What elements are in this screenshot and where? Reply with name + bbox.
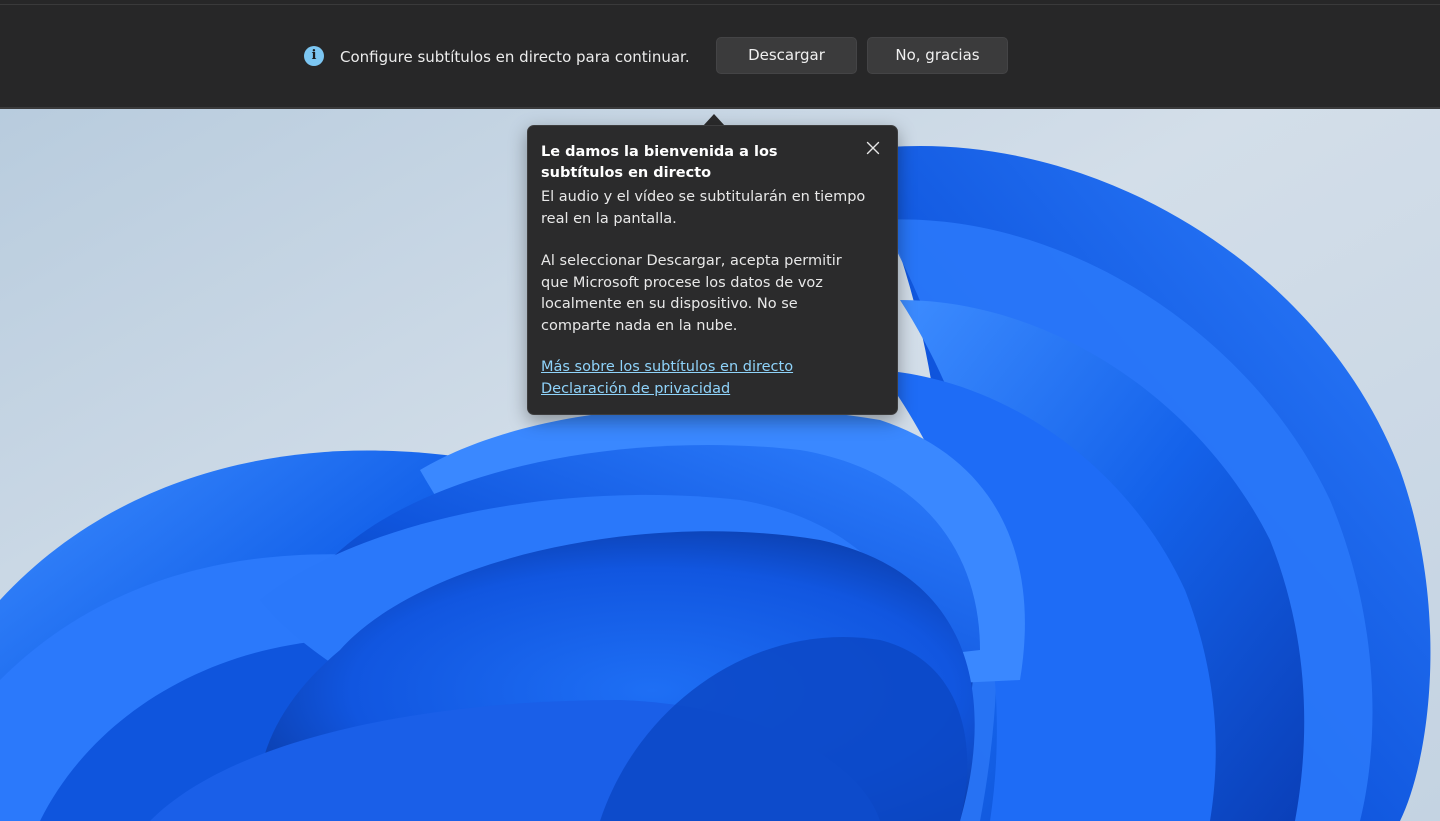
close-icon[interactable] <box>863 138 883 158</box>
flyout-description: El audio y el vídeo se subtitularán en t… <box>541 189 866 227</box>
setup-message: Configure subtítulos en directo para con… <box>340 48 690 66</box>
flyout-title: Le damos la bienvenida a los subtítulos … <box>541 144 778 181</box>
info-icon: i <box>304 46 324 66</box>
bar-edge <box>0 4 1440 5</box>
no-thanks-button[interactable]: No, gracias <box>867 37 1008 74</box>
live-captions-bar: i Configure subtítulos en directo para c… <box>0 0 1440 109</box>
flyout-consent-text: Al seleccionar Descargar, acepta permiti… <box>541 253 842 334</box>
download-button[interactable]: Descargar <box>716 37 857 74</box>
welcome-flyout: Le damos la bienvenida a los subtítulos … <box>527 125 898 415</box>
learn-more-link[interactable]: Más sobre los subtítulos en directo <box>541 357 793 378</box>
privacy-statement-link[interactable]: Declaración de privacidad <box>541 379 730 400</box>
